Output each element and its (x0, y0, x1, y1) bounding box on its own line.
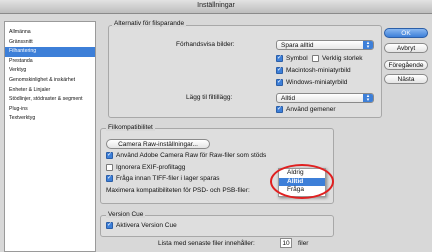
extension-select-value: Alltid (281, 95, 296, 102)
checkbox-empty-icon (106, 164, 113, 171)
camera-raw-button[interactable]: Camera Raw-inställningar... (106, 139, 210, 149)
checkmark-icon: ✓ (106, 222, 113, 229)
win-thumbnail-checkbox[interactable]: ✓ Windows-miniatyrbild (276, 79, 347, 86)
sidebar-item-performance[interactable]: Prestanda (5, 57, 95, 67)
previous-button[interactable]: Föregående (384, 60, 428, 70)
extension-label: Lägg til filtillägg: (186, 94, 233, 101)
next-button[interactable]: Nästa (384, 74, 428, 84)
preview-select[interactable]: Spara alltid ▴ ▾ (276, 40, 374, 50)
sidebar-item-file-handling[interactable]: Filhantering (5, 47, 95, 57)
compat-title: Filkompatibilitet (106, 124, 155, 131)
title-bar: Inställningar (0, 0, 432, 14)
ignore-exif-checkbox[interactable]: Ignorera EXIF-profiltagg (106, 164, 185, 171)
real-size-label: Verklig storlek (322, 55, 363, 62)
symbol-label: Symbol (286, 55, 308, 62)
real-size-checkbox[interactable]: Verklig storlek (312, 55, 362, 62)
checkmark-icon: ✓ (106, 175, 113, 182)
activate-version-cue-label: Aktivera Version Cue (116, 222, 177, 229)
ignore-exif-label: Ignorera EXIF-profiltagg (116, 164, 186, 171)
checkmark-icon: ✓ (276, 106, 283, 113)
recent-files-label: Lista med senaste filer innehåller: (158, 240, 255, 247)
activate-version-cue-checkbox[interactable]: ✓ Aktivera Version Cue (106, 222, 177, 229)
preview-label: Förhandsvisa bilder: (176, 41, 235, 48)
checkmark-icon: ✓ (276, 67, 283, 74)
use-acr-checkbox[interactable]: ✓ Använd Adobe Camera Raw för Raw-filer … (106, 152, 266, 159)
use-acr-label: Använd Adobe Camera Raw för Raw-filer so… (116, 152, 267, 159)
checkbox-empty-icon (312, 55, 319, 62)
win-thumbnail-label: Windows-miniatyrbild (286, 79, 348, 86)
window-title: Inställningar (197, 2, 235, 9)
lowercase-label: Använd gemener (286, 106, 336, 113)
mac-thumbnail-label: Macintosh-miniatyrbild (286, 67, 351, 74)
maximize-label: Maximera kompatibiliteten för PSD- och P… (106, 187, 250, 194)
mac-thumbnail-checkbox[interactable]: ✓ Macintosh-miniatyrbild (276, 67, 351, 74)
sidebar-item-general[interactable]: Allmänna (5, 28, 95, 38)
ask-tiff-label: Fråga innan TIFF-filer i lager sparas (116, 175, 220, 182)
save-options-title: Alternativ för filsparande (112, 20, 187, 27)
highlight-ring (270, 164, 334, 199)
recent-files-unit: filer (298, 240, 309, 247)
preview-select-value: Spara alltid (281, 42, 314, 49)
extension-select[interactable]: Alltid ▴ ▾ (276, 93, 374, 103)
select-arrows-icon: ▴ ▾ (363, 41, 373, 50)
select-arrows-icon: ▴ ▾ (363, 94, 373, 103)
sidebar-item-interface[interactable]: Gränssnitt (5, 38, 95, 48)
checkmark-icon: ✓ (276, 55, 283, 62)
preferences-sidebar: Allmänna Gränssnitt Filhantering Prestan… (4, 21, 96, 252)
checkmark-icon: ✓ (106, 152, 113, 159)
sidebar-item-guides-grid[interactable]: Stödlinjer, stödraster & segment (5, 95, 95, 105)
cancel-button[interactable]: Avbryt (384, 43, 428, 53)
sidebar-item-plugins[interactable]: Plug-ins (5, 105, 95, 115)
sidebar-item-tools[interactable]: Verktyg (5, 66, 95, 76)
checkmark-icon: ✓ (276, 79, 283, 86)
sidebar-item-type[interactable]: Textverktyg (5, 114, 95, 124)
version-cue-title: Version Cue (106, 211, 146, 218)
lowercase-checkbox[interactable]: ✓ Använd gemener (276, 106, 336, 113)
recent-files-field[interactable]: 10 (280, 238, 292, 248)
ask-tiff-checkbox[interactable]: ✓ Fråga innan TIFF-filer i lager sparas (106, 175, 220, 182)
symbol-checkbox[interactable]: ✓ Symbol (276, 55, 308, 62)
ok-button[interactable]: OK (384, 28, 428, 38)
sidebar-item-units-rulers[interactable]: Enheter & Linjaler (5, 86, 95, 96)
sidebar-item-transparency[interactable]: Genomskinlighet & inskärhet (5, 76, 95, 86)
